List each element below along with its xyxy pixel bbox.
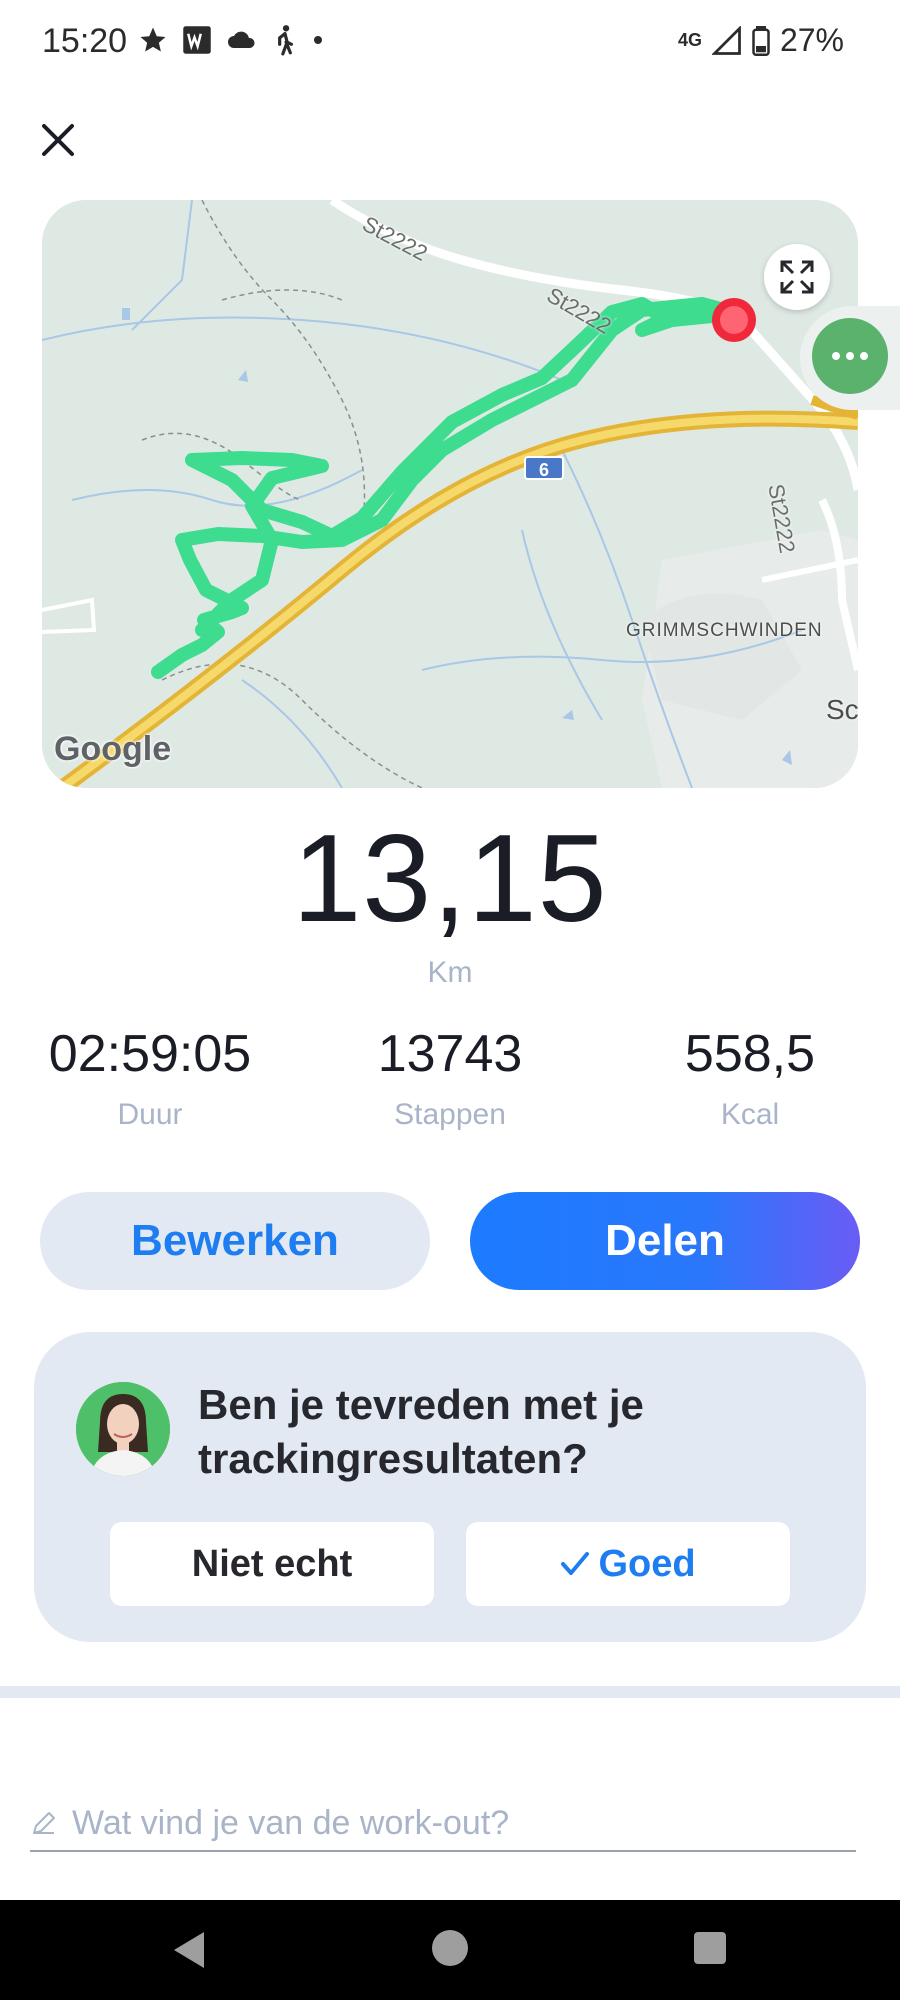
network-type: 4G	[677, 30, 702, 50]
good-button[interactable]: Goed	[466, 1522, 790, 1606]
route-map[interactable]: St2222 St2222 St2222 6 GRIMMSCHWINDEN Sc…	[42, 200, 858, 788]
system-nav-bar	[0, 1900, 900, 2000]
back-icon[interactable]	[170, 1930, 206, 1970]
check-icon	[561, 1552, 590, 1575]
star-icon	[140, 27, 166, 52]
w-app-icon	[183, 26, 211, 54]
more-icon	[832, 352, 840, 360]
stat-duration: 02:59:05 Duur	[0, 1024, 300, 1132]
status-bar: 15:20 4G 27%	[0, 0, 900, 84]
distance-value: 13,15	[292, 810, 608, 948]
stat-steps: 13743 Stappen	[300, 1024, 600, 1132]
walking-icon	[278, 25, 293, 56]
signal-icon	[711, 25, 741, 55]
home-icon[interactable]	[432, 1930, 468, 1966]
stat-value: 558,5	[684, 1025, 816, 1083]
stat-value: 13743	[377, 1025, 523, 1083]
status-time: 15:20	[42, 22, 128, 60]
avatar	[76, 1382, 170, 1476]
google-logo: Google	[54, 730, 172, 768]
status-icons-right: 4G 27%	[678, 22, 844, 59]
highway-shield: 6	[524, 456, 564, 480]
share-button[interactable]: Delen	[470, 1192, 860, 1290]
battery-percent: 27%	[779, 22, 844, 58]
status-icons-left	[138, 24, 324, 56]
pencil-icon	[33, 1812, 55, 1834]
place-label: GRIMMSCHWINDEN	[626, 620, 823, 641]
close-button[interactable]	[36, 118, 80, 162]
recent-apps-icon[interactable]	[694, 1932, 726, 1964]
not-really-button[interactable]: Niet echt	[110, 1522, 434, 1606]
cloud-icon	[228, 31, 255, 48]
good-button-label: Goed	[598, 1542, 696, 1585]
distance-unit: Km	[427, 956, 473, 989]
expand-icon	[780, 260, 814, 294]
feedback-question: Ben je tevreden met je trackingresultate…	[198, 1381, 644, 1482]
edit-button[interactable]: Bewerken	[40, 1192, 430, 1290]
stat-label: Stappen	[394, 1098, 506, 1131]
place-label: Sc	[826, 694, 858, 725]
close-icon	[42, 124, 74, 156]
stat-label: Kcal	[720, 1098, 780, 1131]
stat-label: Duur	[117, 1098, 183, 1131]
stat-calories: 558,5 Kcal	[600, 1024, 900, 1132]
stat-value: 02:59:05	[48, 1025, 252, 1083]
expand-map-button[interactable]	[764, 244, 830, 310]
more-options-button[interactable]	[812, 318, 888, 394]
battery-icon	[752, 25, 770, 56]
comment-input[interactable]	[72, 1803, 832, 1843]
feedback-card: Ben je tevreden met je trackingresultate…	[34, 1332, 866, 1642]
section-divider	[0, 1686, 900, 1698]
comment-field[interactable]	[30, 1796, 856, 1852]
dot-icon	[314, 36, 322, 44]
